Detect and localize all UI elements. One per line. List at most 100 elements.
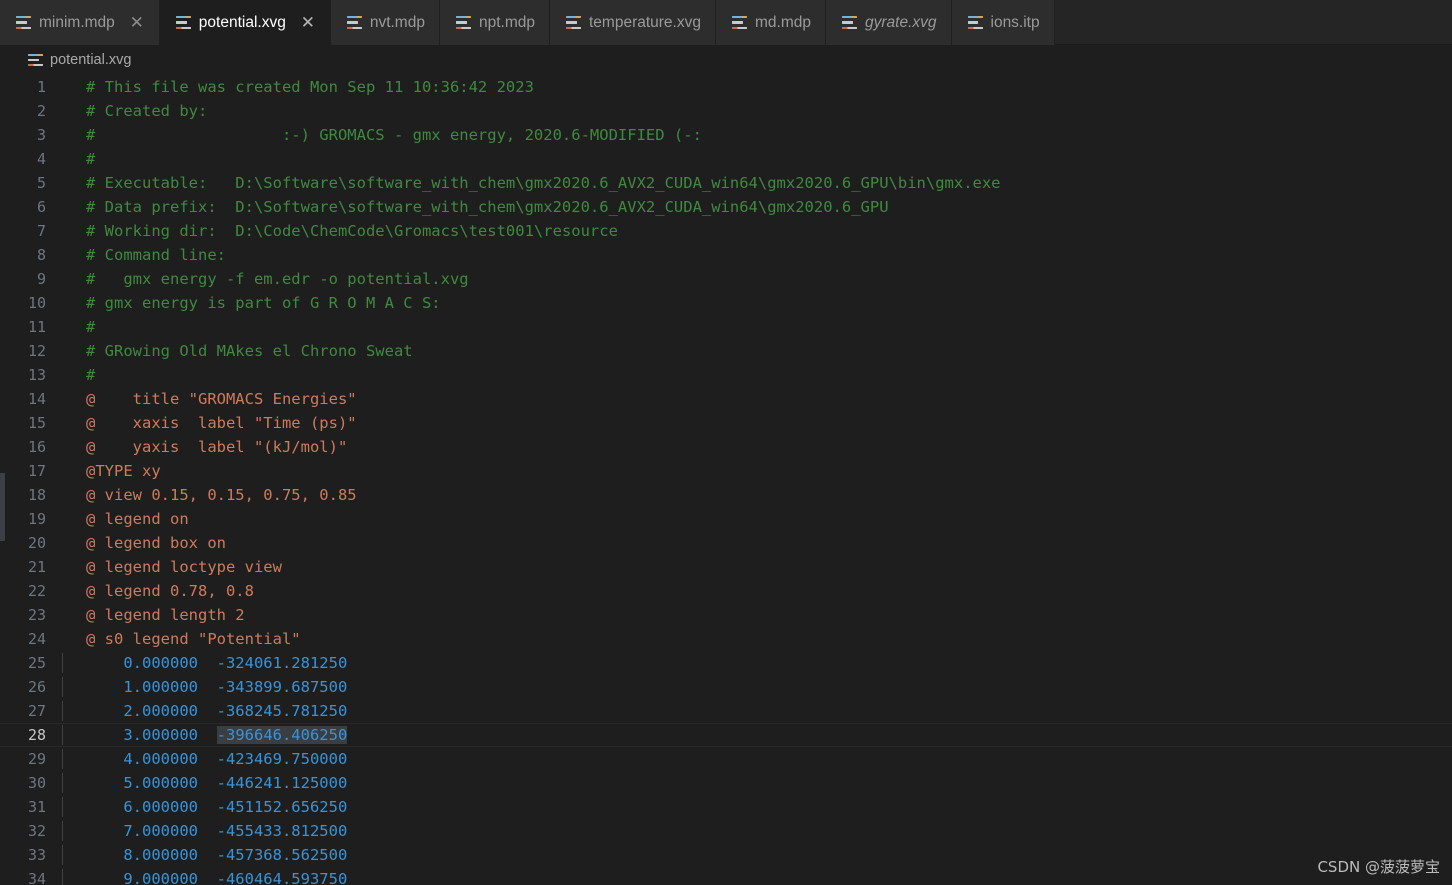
code-lines-container[interactable]: 1 # This file was created Mon Sep 11 10:3… [0, 75, 1452, 885]
tab-label: gyrate.xvg [864, 13, 937, 31]
code-line-text[interactable]: 7.000000 -455433.812500 [62, 821, 1452, 841]
code-line[interactable]: 24 @ s0 legend "Potential" [0, 627, 1452, 651]
code-line[interactable]: 18 @ view 0.15, 0.15, 0.75, 0.85 [0, 483, 1452, 507]
code-text-segment: # Data prefix: D:\Software\software_with… [86, 198, 889, 216]
code-line[interactable]: 4 # [0, 147, 1452, 171]
code-line[interactable]: 2 # Created by: [0, 99, 1452, 123]
code-line-text[interactable]: @ view 0.15, 0.15, 0.75, 0.85 [62, 486, 1452, 504]
line-number: 34 [27, 870, 46, 885]
code-line-text[interactable]: # GRowing Old MAkes el Chrono Sweat [62, 342, 1452, 360]
code-line[interactable]: 28 3.000000 -396646.406250 [0, 723, 1452, 747]
code-line[interactable]: 21 @ legend loctype view [0, 555, 1452, 579]
code-line-text[interactable]: @ legend loctype view [62, 558, 1452, 576]
code-line-text[interactable]: @ xaxis label "Time (ps)" [62, 414, 1452, 432]
code-line-text[interactable]: # Command line: [62, 246, 1452, 264]
code-line[interactable]: 14 @ title "GROMACS Energies" [0, 387, 1452, 411]
line-number: 32 [27, 822, 46, 840]
code-line-text[interactable]: @ s0 legend "Potential" [62, 630, 1452, 648]
close-icon[interactable]: ✕ [129, 14, 145, 31]
tab-minim-mdp[interactable]: minim.mdp ✕ [0, 0, 160, 45]
code-line[interactable]: 26 1.000000 -343899.687500 [0, 675, 1452, 699]
code-line-text[interactable]: 9.000000 -460464.593750 [62, 869, 1452, 885]
code-text-segment: @TYPE xy [86, 462, 161, 480]
code-line-text[interactable]: # [62, 366, 1452, 384]
line-number: 31 [27, 798, 46, 816]
code-line-text[interactable]: @ title "GROMACS Energies" [62, 390, 1452, 408]
code-line[interactable]: 29 4.000000 -423469.750000 [0, 747, 1452, 771]
code-line-text[interactable]: # gmx energy is part of G R O M A C S: [62, 294, 1452, 312]
code-text-segment: 9.000000 -460464.593750 [86, 870, 348, 885]
code-line[interactable]: 5 # Executable: D:\Software\software_with… [0, 171, 1452, 195]
code-line-text[interactable]: # This file was created Mon Sep 11 10:36… [62, 78, 1452, 96]
breadcrumb-label[interactable]: potential.xvg [50, 52, 131, 68]
code-line[interactable]: 11 # [0, 315, 1452, 339]
line-number: 28 [27, 726, 46, 744]
tab-ions-itp[interactable]: ions.itp [951, 0, 1055, 45]
tab-gyrate-xvg[interactable]: gyrate.xvg [825, 0, 952, 45]
line-number: 18 [27, 486, 46, 504]
code-line-text[interactable]: @ legend length 2 [62, 606, 1452, 624]
code-line-text[interactable]: 2.000000 -368245.781250 [62, 701, 1452, 721]
code-line-text[interactable]: # Created by: [62, 102, 1452, 120]
code-line[interactable]: 23 @ legend length 2 [0, 603, 1452, 627]
code-line-text[interactable]: 1.000000 -343899.687500 [62, 677, 1452, 697]
code-line[interactable]: 8 # Command line: [0, 243, 1452, 267]
tab-md-mdp[interactable]: md.mdp [715, 0, 826, 45]
tab-npt-mdp[interactable]: npt.mdp [439, 0, 550, 45]
code-line[interactable]: 10 # gmx energy is part of G R O M A C S: [0, 291, 1452, 315]
code-line-text[interactable]: 0.000000 -324061.281250 [62, 653, 1452, 673]
config-file-icon [967, 16, 983, 29]
code-line-text[interactable]: @ legend 0.78, 0.8 [62, 582, 1452, 600]
code-line[interactable]: 6 # Data prefix: D:\Software\software_wit… [0, 195, 1452, 219]
tab-nvt-mdp[interactable]: nvt.mdp [330, 0, 440, 45]
close-icon[interactable]: ✕ [300, 14, 316, 31]
code-line[interactable]: 31 6.000000 -451152.656250 [0, 795, 1452, 819]
code-text-segment: # Executable: D:\Software\software_with_… [86, 174, 1001, 192]
code-line[interactable]: 3 # :-) GROMACS - gmx energy, 2020.6-MODI… [0, 123, 1452, 147]
code-line[interactable]: 13 # [0, 363, 1452, 387]
code-line-text[interactable]: @ yaxis label "(kJ/mol)" [62, 438, 1452, 456]
code-line-text[interactable]: @ legend box on [62, 534, 1452, 552]
code-line[interactable]: 7 # Working dir: D:\Code\ChemCode\Gromacs… [0, 219, 1452, 243]
code-line-text[interactable]: 4.000000 -423469.750000 [62, 749, 1452, 769]
code-line-text[interactable]: # :-) GROMACS - gmx energy, 2020.6-MODIF… [62, 126, 1452, 144]
code-line-text[interactable]: @ legend on [62, 510, 1452, 528]
code-line[interactable]: 9 # gmx energy -f em.edr -o potential.xvg [0, 267, 1452, 291]
code-line[interactable]: 19 @ legend on [0, 507, 1452, 531]
code-line[interactable]: 1 # This file was created Mon Sep 11 10:3… [0, 75, 1452, 99]
code-line[interactable]: 27 2.000000 -368245.781250 [0, 699, 1452, 723]
code-line-text[interactable]: # gmx energy -f em.edr -o potential.xvg [62, 270, 1452, 288]
code-line[interactable]: 32 7.000000 -455433.812500 [0, 819, 1452, 843]
line-number: 22 [27, 582, 46, 600]
code-line[interactable]: 30 5.000000 -446241.125000 [0, 771, 1452, 795]
code-line[interactable]: 25 0.000000 -324061.281250 [0, 651, 1452, 675]
tab-label: potential.xvg [198, 13, 286, 31]
tab-label: ions.itp [990, 13, 1040, 31]
code-editor[interactable]: 1 # This file was created Mon Sep 11 10:3… [0, 75, 1452, 885]
code-line[interactable]: 15 @ xaxis label "Time (ps)" [0, 411, 1452, 435]
code-line[interactable]: 34 9.000000 -460464.593750 [0, 867, 1452, 885]
code-line[interactable]: 16 @ yaxis label "(kJ/mol)" [0, 435, 1452, 459]
breadcrumb[interactable]: potential.xvg [0, 45, 1452, 75]
code-line-text[interactable]: # Working dir: D:\Code\ChemCode\Gromacs\… [62, 222, 1452, 240]
code-text-segment: # GRowing Old MAkes el Chrono Sweat [86, 342, 413, 360]
code-line[interactable]: 22 @ legend 0.78, 0.8 [0, 579, 1452, 603]
code-line[interactable]: 12 # GRowing Old MAkes el Chrono Sweat [0, 339, 1452, 363]
code-line-text[interactable]: # [62, 150, 1452, 168]
tab-temperature-xvg[interactable]: temperature.xvg [549, 0, 716, 45]
code-line-text[interactable]: # Executable: D:\Software\software_with_… [62, 174, 1452, 192]
line-number: 2 [36, 102, 46, 120]
code-line[interactable]: 17 @TYPE xy [0, 459, 1452, 483]
code-line[interactable]: 20 @ legend box on [0, 531, 1452, 555]
code-line-text[interactable]: 6.000000 -451152.656250 [62, 797, 1452, 817]
tab-potential-xvg[interactable]: potential.xvg ✕ [159, 0, 331, 45]
code-line-text[interactable]: # [62, 318, 1452, 336]
code-line-text[interactable]: # Data prefix: D:\Software\software_with… [62, 198, 1452, 216]
code-line-text[interactable]: @TYPE xy [62, 462, 1452, 480]
selected-text-highlight[interactable]: -396646.406250 [216, 726, 348, 744]
line-number: 5 [36, 174, 46, 192]
code-line-text[interactable]: 8.000000 -457368.562500 [62, 845, 1452, 865]
code-line-text[interactable]: 3.000000 -396646.406250 [62, 725, 1452, 745]
code-line[interactable]: 33 8.000000 -457368.562500 [0, 843, 1452, 867]
code-line-text[interactable]: 5.000000 -446241.125000 [62, 773, 1452, 793]
